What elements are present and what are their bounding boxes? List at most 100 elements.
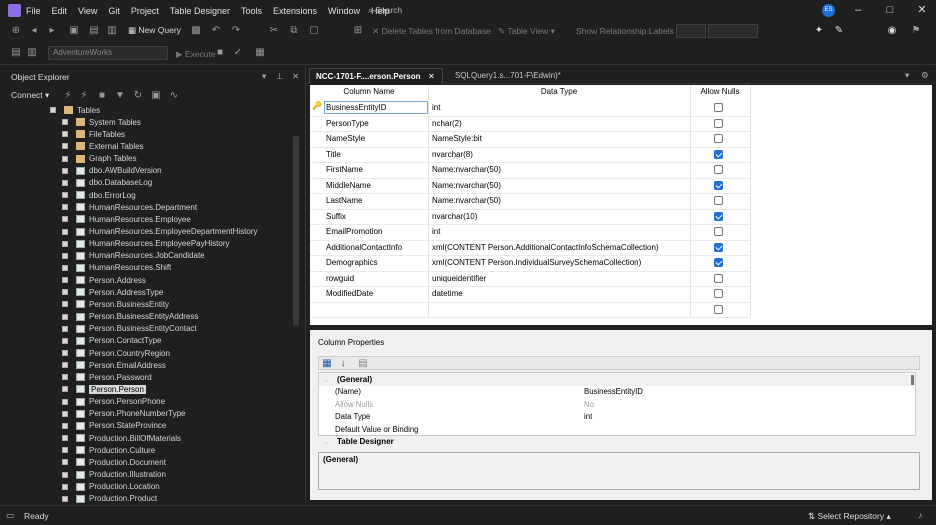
tab-sql-query[interactable]: SQLQuery1.s...701-F\Edwin)* <box>449 68 609 84</box>
connect-button[interactable]: Connect ▾ <box>11 90 49 101</box>
tree-table-item[interactable]: HumanResources.JobCandidate <box>62 250 205 262</box>
data-type-cell[interactable]: Name:nvarchar(50) <box>432 162 501 178</box>
tree-table-item[interactable]: Production.Illustration <box>62 469 166 481</box>
tree-table-item[interactable]: Person.PhoneNumberType <box>62 408 186 420</box>
expand-icon[interactable] <box>62 179 68 186</box>
delete-tables-button[interactable]: ✕ Delete Tables from Database <box>372 26 491 37</box>
select-repository-button[interactable]: ⇅ Select Repository ▴ <box>808 511 891 522</box>
column-row[interactable]: FirstName Name:nvarchar(50) <box>310 162 750 178</box>
tree-table-item[interactable]: Person.Password <box>62 371 152 383</box>
tree-table-item[interactable]: HumanResources.Shift <box>62 262 171 274</box>
back-icon[interactable]: ◂ <box>28 25 40 37</box>
relationships-icon[interactable]: ⊞ <box>352 25 364 37</box>
tree-folder[interactable]: FileTables <box>62 128 125 140</box>
expand-icon[interactable] <box>62 398 68 405</box>
data-type-cell[interactable]: int <box>432 224 440 240</box>
tree-table-item[interactable]: dbo.ErrorLog <box>62 189 136 201</box>
allow-nulls-checkbox[interactable] <box>714 211 723 221</box>
column-name-cell[interactable]: Demographics <box>326 255 378 271</box>
database-dropdown[interactable]: AdventureWorks <box>48 46 168 60</box>
menu-item[interactable]: Extensions <box>273 6 317 16</box>
expand-icon[interactable] <box>62 459 68 466</box>
column-name-cell[interactable]: FirstName <box>326 162 363 178</box>
avatar[interactable]: ES <box>822 4 835 17</box>
column-name-cell[interactable]: Title <box>326 147 341 163</box>
column-name-cell[interactable]: AdditionalContactInfo <box>326 240 402 256</box>
expand-icon[interactable] <box>62 362 68 369</box>
search-menu[interactable]: ⌕ Search <box>368 5 402 16</box>
column-name-cell[interactable]: BusinessEntityID <box>326 100 386 116</box>
tree-table-item[interactable]: Person.Address <box>62 274 146 286</box>
menu-item[interactable]: Project <box>131 6 159 16</box>
column-row[interactable]: 🔑 BusinessEntityID int <box>310 100 750 116</box>
summary-icon[interactable]: ▣ <box>150 90 162 102</box>
expand-icon[interactable] <box>62 204 68 211</box>
column-row[interactable]: EmailPromotion int <box>310 224 750 240</box>
column-name-cell[interactable]: NameStyle <box>326 131 365 147</box>
allow-nulls-checkbox[interactable] <box>714 273 723 283</box>
column-name-cell[interactable]: EmailPromotion <box>326 224 382 240</box>
parse-icon[interactable]: ✓ <box>232 47 244 59</box>
tree-table-item[interactable]: Person.EmailAddress <box>62 359 166 371</box>
tree-table-item[interactable]: Production.BillOfMaterials <box>62 432 181 444</box>
expand-icon[interactable] <box>62 435 68 442</box>
expand-icon[interactable] <box>62 374 68 381</box>
menu-item[interactable]: Table Designer <box>170 6 230 16</box>
tree-table-item[interactable]: dbo.AWBuildVersion <box>62 165 162 177</box>
cut-icon[interactable]: ✂ <box>268 25 280 37</box>
column-row[interactable]: Suffix nvarchar(10) <box>310 209 750 225</box>
column-row[interactable]: Title nvarchar(8) <box>310 147 750 163</box>
property-value[interactable]: int <box>584 411 592 424</box>
filter-icon[interactable]: ▼ <box>114 90 126 102</box>
allow-nulls-checkbox[interactable] <box>714 134 723 143</box>
expand-icon[interactable] <box>62 143 68 150</box>
alphabetical-icon[interactable]: ↓ <box>337 358 349 370</box>
property-scrollbar[interactable] <box>911 375 914 385</box>
allow-nulls-checkbox[interactable] <box>714 118 723 128</box>
data-type-cell[interactable]: nvarchar(8) <box>432 147 473 163</box>
expand-icon[interactable] <box>62 277 68 284</box>
tree-table-item[interactable]: Person.BusinessEntity <box>62 298 169 310</box>
expand-icon[interactable] <box>62 192 68 199</box>
property-row[interactable]: (Name) BusinessEntityID <box>319 386 913 399</box>
tree-table-item[interactable]: Production.Culture <box>62 444 155 456</box>
expand-icon[interactable] <box>62 386 68 393</box>
stop-icon[interactable]: ■ <box>96 90 108 102</box>
column-row[interactable]: MiddleName Name:nvarchar(50) <box>310 178 750 194</box>
menu-item[interactable]: Tools <box>241 6 262 16</box>
expand-icon[interactable] <box>62 350 68 356</box>
expand-icon[interactable] <box>62 422 68 429</box>
expand-icon[interactable] <box>62 119 68 126</box>
tree-table-item[interactable]: HumanResources.Employee <box>62 213 191 225</box>
column-row[interactable]: ModifiedDate datetime <box>310 286 750 302</box>
property-row[interactable]: Allow Nulls No <box>319 399 913 412</box>
expand-icon[interactable] <box>62 410 68 417</box>
expand-icon[interactable] <box>62 216 68 223</box>
property-row[interactable]: Default Value or Binding <box>319 424 913 437</box>
column-row[interactable]: PersonType nchar(2) <box>310 116 750 132</box>
results-icon[interactable]: ▦ <box>254 47 266 59</box>
menu-item[interactable]: File <box>26 6 41 16</box>
tab-table-designer[interactable]: NCC-1701-F....erson.Person ✕ <box>309 68 443 84</box>
activity-icon[interactable]: ∿ <box>168 90 180 102</box>
menu-item[interactable]: Git <box>108 6 120 16</box>
expand-icon[interactable] <box>62 240 68 247</box>
expand-icon[interactable] <box>62 264 68 271</box>
data-type-cell[interactable]: xml(CONTENT Person.IndividualSurveySchem… <box>432 255 641 271</box>
undo-icon[interactable]: ↶ <box>210 25 222 37</box>
tree-table-item[interactable]: Production.Location <box>62 481 160 493</box>
allow-nulls-checkbox[interactable] <box>714 103 723 112</box>
debug-icon[interactable]: ■ <box>214 47 226 59</box>
expand-icon[interactable] <box>62 228 68 235</box>
forward-icon[interactable]: ▸ <box>46 25 58 37</box>
close-icon[interactable]: ✕ <box>906 0 936 21</box>
refresh-icon[interactable]: ↻ <box>132 90 144 102</box>
property-value[interactable]: BusinessEntityID <box>584 386 643 399</box>
tree-table-item[interactable]: Person.PersonPhone <box>62 396 165 408</box>
property-row[interactable]: Data Type int <box>319 411 913 424</box>
menu-item[interactable]: Window <box>328 6 360 16</box>
expand-icon[interactable] <box>62 471 68 478</box>
expand-icon[interactable] <box>62 495 68 502</box>
copy-icon[interactable]: ⧉ <box>288 25 300 37</box>
minimize-icon[interactable]: – <box>842 0 874 21</box>
